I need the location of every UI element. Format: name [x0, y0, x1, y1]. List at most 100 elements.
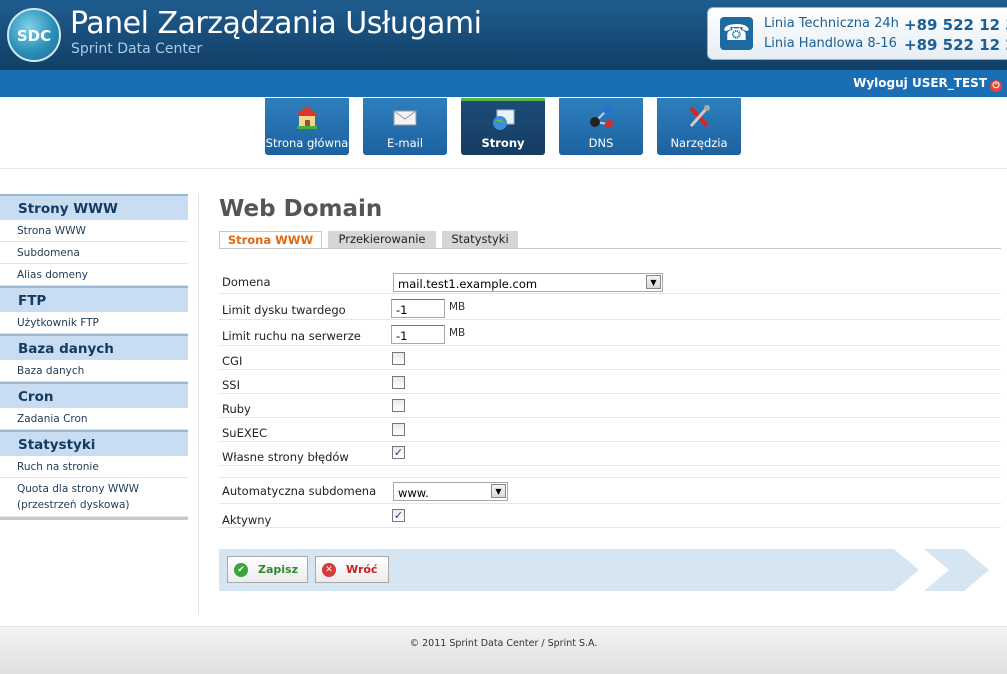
ssi-label: SSI: [222, 378, 240, 392]
auto-subdomain-label: Automatyczna subdomena: [222, 484, 377, 498]
suexec-checkbox[interactable]: [392, 423, 405, 436]
envelope-icon: [391, 104, 419, 130]
row-ruby: Ruby: [219, 394, 1001, 418]
sidebar-section-ftp: FTP: [0, 286, 188, 312]
disk-limit-label: Limit dysku twardego: [222, 303, 346, 317]
row-ssi: SSI: [219, 370, 1001, 394]
sidebar-item-label[interactable]: (przestrzeń dyskowa): [17, 497, 188, 513]
sidebar-item-subdomena[interactable]: Subdomena: [0, 242, 188, 264]
row-traffic-limit: Limit ruchu na serwerze -1 MB: [219, 320, 1001, 346]
globe-icon: [489, 107, 517, 133]
tab-statystyki[interactable]: Statystyki: [442, 231, 518, 248]
back-button[interactable]: ✕ Wróć: [315, 556, 389, 583]
logout-bar: Wyloguj USER_TEST ⏻: [0, 70, 1007, 97]
chevron-down-icon[interactable]: ▼: [491, 484, 506, 498]
footer-copyright: © 2011 Sprint Data Center / Sprint S.A.: [409, 638, 598, 649]
cgi-checkbox[interactable]: [392, 352, 405, 365]
support-line-technical: Linia Techniczna 24h +89 522 12 30: [764, 16, 1007, 34]
check-icon: ✔: [234, 563, 248, 577]
nav-tile-strony[interactable]: Strony: [461, 98, 545, 155]
sidebar-item-uzytkownik-ftp[interactable]: Użytkownik FTP: [0, 312, 188, 334]
sidebar-item-ruch-na-stronie[interactable]: Ruch na stronie: [0, 456, 188, 478]
domain-value[interactable]: mail.test1.example.com: [398, 277, 537, 291]
house-icon: [293, 104, 321, 130]
row-disk-limit: Limit dysku twardego -1 MB: [219, 294, 1001, 320]
nav-tile-tools[interactable]: Narzędzia: [657, 98, 741, 155]
logo-text: SDC: [16, 27, 52, 45]
app-title: Panel Zarządzania Usługami: [70, 6, 482, 41]
close-icon: ✕: [322, 563, 336, 577]
row-cgi: CGI: [219, 346, 1001, 370]
sidebar-item-baza-danych[interactable]: Baza danych: [0, 360, 188, 382]
ruby-checkbox[interactable]: [392, 399, 405, 412]
phone-icon: ☎: [720, 17, 753, 50]
domain-label: Domena: [222, 275, 271, 289]
nav-tile-label[interactable]: Strony: [461, 136, 545, 150]
support-label: Linia Techniczna 24h: [764, 16, 899, 31]
main-nav: Strona główna E-mail Strony DNS Narzędzi…: [0, 97, 1007, 169]
nav-tile-label[interactable]: Strona główna: [265, 136, 349, 150]
sidebar: Strony WWW Strona WWW Subdomena Alias do…: [0, 194, 188, 520]
sidebar-item-label[interactable]: Quota dla strony WWW: [17, 481, 188, 497]
nav-tile-email[interactable]: E-mail: [363, 98, 447, 155]
error-pages-checkbox[interactable]: ✓: [392, 446, 405, 459]
nav-tile-label[interactable]: DNS: [559, 136, 643, 150]
sidebar-item-strona-www[interactable]: Strona WWW: [0, 220, 188, 242]
app-subtitle: Sprint Data Center: [71, 41, 203, 57]
nav-tile-dns[interactable]: DNS: [559, 98, 643, 155]
row-spacer: [219, 466, 1001, 478]
sidebar-item-quota[interactable]: Quota dla strony WWW (przestrzeń dyskowa…: [0, 478, 188, 517]
logout-label[interactable]: Wyloguj USER_TEST: [853, 76, 987, 90]
support-phone: +89 522 12 30: [904, 16, 1007, 34]
save-button[interactable]: ✔ Zapisz: [227, 556, 308, 583]
sidebar-section-cron: Cron: [0, 382, 188, 408]
chevron-down-icon[interactable]: ▼: [646, 275, 661, 289]
row-domena: Domena mail.test1.example.com ▼: [219, 268, 1001, 294]
sidebar-item-alias-domeny[interactable]: Alias domeny: [0, 264, 188, 286]
auto-subdomain-value[interactable]: www.: [398, 486, 429, 500]
error-pages-label: Własne strony błędów: [222, 450, 349, 464]
sdc-logo: SDC: [7, 8, 61, 62]
tab-bar: Strona WWW Przekierowanie Statystyki: [219, 231, 1001, 249]
traffic-limit-unit: MB: [449, 327, 466, 339]
support-label: Linia Handlowa 8-16: [764, 36, 897, 51]
support-phone: +89 522 12 20: [904, 36, 1007, 54]
cgi-label: CGI: [222, 354, 243, 368]
support-box: ☎ Linia Techniczna 24h +89 522 12 30 Lin…: [707, 7, 1007, 60]
row-active: Aktywny ✓: [219, 504, 1001, 528]
tab-strona-www[interactable]: Strona WWW: [219, 231, 322, 248]
sidebar-section-baza-danych: Baza danych: [0, 334, 188, 360]
sidebar-section-strony-www: Strony WWW: [0, 194, 188, 220]
suexec-label: SuEXEC: [222, 426, 268, 440]
ssi-checkbox[interactable]: [392, 376, 405, 389]
sidebar-section-statystyki: Statystyki: [0, 430, 188, 456]
auto-subdomain-select[interactable]: www. ▼: [393, 482, 508, 501]
ruby-label: Ruby: [222, 402, 251, 416]
sidebar-item-zadania-cron[interactable]: Zadania Cron: [0, 408, 188, 430]
save-label[interactable]: Zapisz: [258, 563, 298, 576]
active-label: Aktywny: [222, 513, 272, 527]
page-title: Web Domain: [219, 196, 383, 222]
logout-link[interactable]: Wyloguj USER_TEST ⏻: [853, 76, 1002, 92]
row-suexec: SuEXEC: [219, 418, 1001, 442]
support-line-sales: Linia Handlowa 8-16 +89 522 12 20: [764, 36, 1007, 54]
back-label[interactable]: Wróć: [346, 563, 377, 576]
row-error-pages: Własne strony błędów ✓: [219, 442, 1001, 466]
nav-tile-label[interactable]: Narzędzia: [657, 136, 741, 150]
active-checkbox[interactable]: ✓: [392, 509, 405, 522]
footer: © 2011 Sprint Data Center / Sprint S.A.: [0, 626, 1007, 674]
tab-przekierowanie[interactable]: Przekierowanie: [328, 231, 436, 248]
tools-icon: [685, 104, 713, 130]
action-bar: ✔ Zapisz ✕ Wróć: [219, 549, 1001, 591]
header: SDC Panel Zarządzania Usługami Sprint Da…: [0, 0, 1007, 70]
traffic-limit-label: Limit ruchu na serwerze: [222, 329, 361, 343]
traffic-limit-input[interactable]: -1: [391, 325, 445, 344]
nav-tile-label[interactable]: E-mail: [363, 136, 447, 150]
content-divider: [198, 194, 199, 614]
domain-select[interactable]: mail.test1.example.com ▼: [393, 273, 663, 292]
disk-limit-input[interactable]: -1: [391, 299, 445, 318]
nav-tile-home[interactable]: Strona główna: [265, 98, 349, 155]
power-icon[interactable]: ⏻: [990, 80, 1002, 92]
network-icon: [587, 104, 615, 130]
sidebar-divider: [0, 517, 188, 520]
